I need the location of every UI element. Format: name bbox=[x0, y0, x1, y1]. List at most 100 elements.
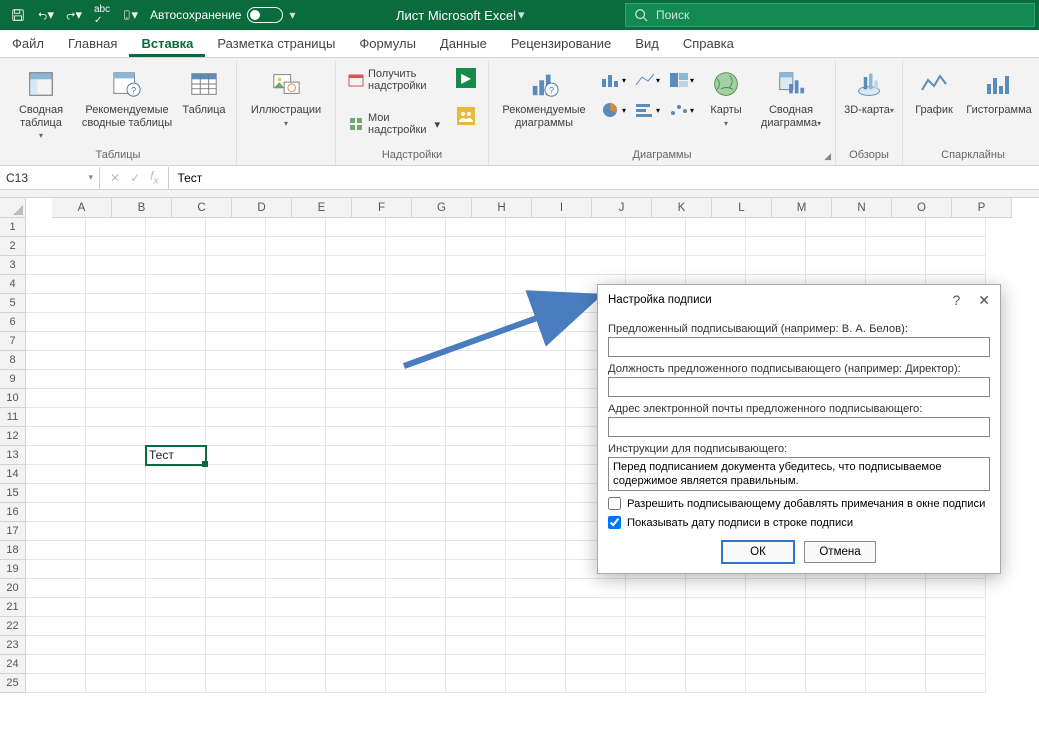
cell[interactable] bbox=[626, 218, 686, 237]
cell[interactable] bbox=[26, 560, 86, 579]
menu-вид[interactable]: Вид bbox=[623, 30, 671, 57]
cell[interactable] bbox=[266, 389, 326, 408]
cell[interactable] bbox=[146, 674, 206, 693]
row-header[interactable]: 18 bbox=[0, 541, 26, 560]
dialog-launcher-icon[interactable]: ◢ bbox=[824, 151, 831, 162]
cell[interactable] bbox=[266, 579, 326, 598]
cell[interactable] bbox=[206, 636, 266, 655]
cell[interactable] bbox=[266, 598, 326, 617]
cell[interactable] bbox=[386, 541, 446, 560]
cell[interactable] bbox=[386, 598, 446, 617]
cell[interactable] bbox=[506, 674, 566, 693]
cell[interactable] bbox=[26, 446, 86, 465]
cell[interactable] bbox=[146, 237, 206, 256]
cell[interactable] bbox=[566, 655, 626, 674]
cell[interactable] bbox=[146, 465, 206, 484]
cell[interactable] bbox=[446, 446, 506, 465]
cell[interactable] bbox=[566, 218, 626, 237]
cell[interactable] bbox=[86, 351, 146, 370]
cell[interactable] bbox=[26, 484, 86, 503]
cell[interactable] bbox=[86, 560, 146, 579]
col-header[interactable]: E bbox=[292, 198, 352, 218]
cell[interactable] bbox=[206, 218, 266, 237]
cell[interactable] bbox=[206, 579, 266, 598]
col-header[interactable]: G bbox=[412, 198, 472, 218]
cell[interactable] bbox=[146, 541, 206, 560]
cell[interactable] bbox=[566, 636, 626, 655]
cell[interactable] bbox=[326, 503, 386, 522]
cell[interactable] bbox=[326, 560, 386, 579]
cell[interactable] bbox=[26, 427, 86, 446]
cell[interactable] bbox=[86, 408, 146, 427]
row-header[interactable]: 7 bbox=[0, 332, 26, 351]
cell[interactable] bbox=[146, 294, 206, 313]
cell[interactable] bbox=[326, 465, 386, 484]
cell[interactable] bbox=[446, 237, 506, 256]
cell[interactable] bbox=[746, 256, 806, 275]
cell[interactable] bbox=[446, 579, 506, 598]
cell[interactable] bbox=[506, 427, 566, 446]
cell[interactable] bbox=[446, 294, 506, 313]
cell[interactable] bbox=[626, 579, 686, 598]
cell[interactable] bbox=[386, 484, 446, 503]
col-header[interactable]: L bbox=[712, 198, 772, 218]
cell[interactable] bbox=[926, 218, 986, 237]
scatter-chart-icon[interactable]: ▾ bbox=[665, 96, 697, 124]
cell[interactable] bbox=[266, 294, 326, 313]
row-header[interactable]: 4 bbox=[0, 275, 26, 294]
menu-разметка страницы[interactable]: Разметка страницы bbox=[205, 30, 347, 57]
cell[interactable] bbox=[326, 617, 386, 636]
3d-map-button[interactable]: 3D-карта▾ bbox=[842, 64, 896, 119]
cell[interactable] bbox=[206, 465, 266, 484]
cell[interactable] bbox=[506, 351, 566, 370]
cell[interactable] bbox=[86, 541, 146, 560]
cell[interactable] bbox=[326, 256, 386, 275]
cell[interactable] bbox=[206, 484, 266, 503]
row-header[interactable]: 23 bbox=[0, 636, 26, 655]
cell[interactable] bbox=[386, 636, 446, 655]
cell[interactable] bbox=[26, 674, 86, 693]
cell[interactable] bbox=[146, 655, 206, 674]
row-header[interactable]: 22 bbox=[0, 617, 26, 636]
cell[interactable] bbox=[26, 503, 86, 522]
cell[interactable] bbox=[506, 446, 566, 465]
cell[interactable] bbox=[326, 313, 386, 332]
cell[interactable] bbox=[506, 313, 566, 332]
cell[interactable] bbox=[146, 218, 206, 237]
spellcheck-icon[interactable]: abc✓ bbox=[94, 7, 110, 23]
cell[interactable] bbox=[26, 598, 86, 617]
cell[interactable] bbox=[86, 275, 146, 294]
menu-файл[interactable]: Файл bbox=[0, 30, 56, 57]
cell[interactable] bbox=[86, 332, 146, 351]
cell[interactable] bbox=[386, 237, 446, 256]
select-all-corner[interactable] bbox=[0, 198, 26, 218]
cell[interactable] bbox=[26, 465, 86, 484]
cell[interactable] bbox=[326, 579, 386, 598]
cell[interactable] bbox=[506, 484, 566, 503]
cell[interactable] bbox=[926, 674, 986, 693]
col-header[interactable]: A bbox=[52, 198, 112, 218]
cell[interactable] bbox=[26, 218, 86, 237]
search-box[interactable]: Поиск bbox=[625, 3, 1035, 27]
cell[interactable] bbox=[686, 256, 746, 275]
cell[interactable] bbox=[206, 256, 266, 275]
cell[interactable] bbox=[626, 598, 686, 617]
cell[interactable] bbox=[326, 294, 386, 313]
cell[interactable] bbox=[866, 674, 926, 693]
cell[interactable] bbox=[326, 674, 386, 693]
cell[interactable] bbox=[266, 484, 326, 503]
cell[interactable] bbox=[326, 275, 386, 294]
row-header[interactable]: 11 bbox=[0, 408, 26, 427]
name-box[interactable]: C13▾ bbox=[0, 167, 100, 189]
cell[interactable] bbox=[326, 522, 386, 541]
cell[interactable] bbox=[806, 237, 866, 256]
column-chart-icon[interactable]: ▾ bbox=[597, 66, 629, 94]
cell[interactable] bbox=[206, 237, 266, 256]
document-title[interactable]: Лист Microsoft Excel ▾ bbox=[296, 7, 625, 23]
cell[interactable] bbox=[446, 503, 506, 522]
cell[interactable] bbox=[206, 655, 266, 674]
cell[interactable] bbox=[446, 427, 506, 446]
cell[interactable] bbox=[206, 313, 266, 332]
pivot-chart-button[interactable]: Сводная диаграмма▾ bbox=[753, 64, 829, 131]
cell[interactable] bbox=[866, 237, 926, 256]
